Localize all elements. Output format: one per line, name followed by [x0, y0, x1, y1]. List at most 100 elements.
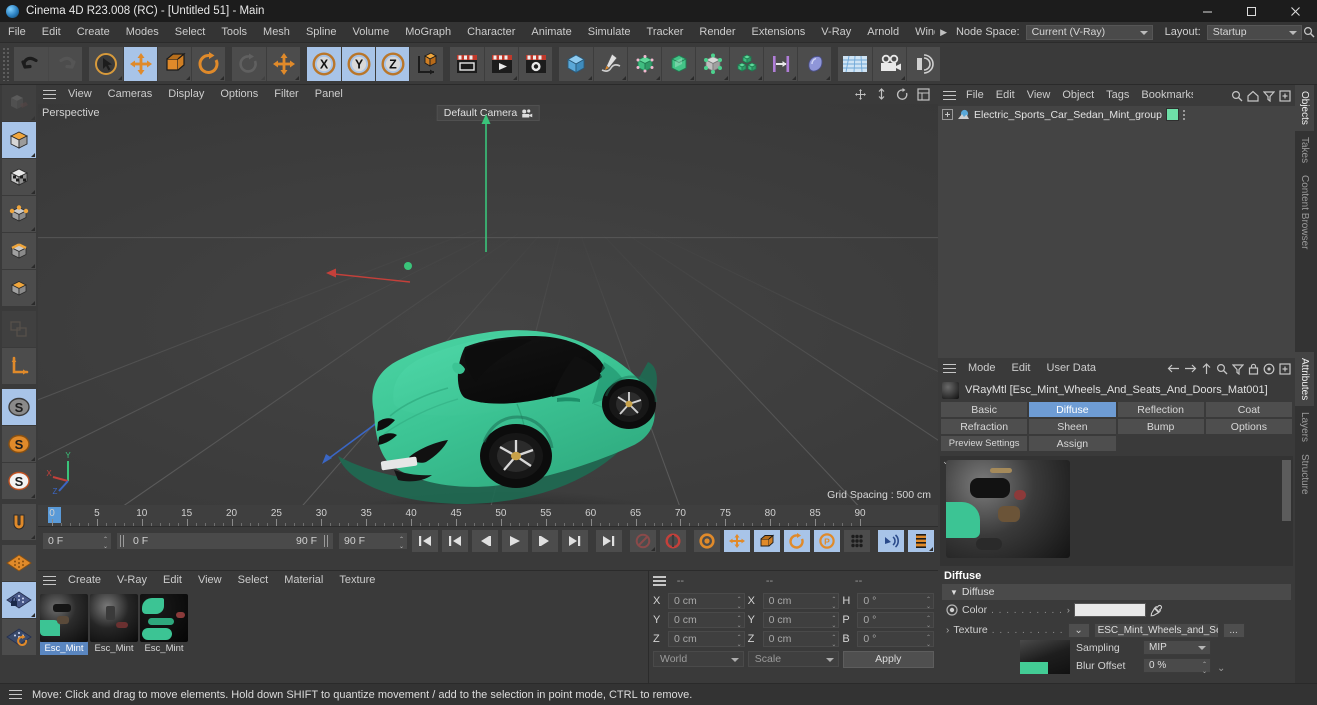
tab-sheen[interactable]: Sheen [1028, 418, 1117, 435]
maximize-button[interactable] [1229, 0, 1273, 22]
menu-simulate[interactable]: Simulate [580, 22, 639, 43]
tab-refraction[interactable]: Refraction [940, 418, 1029, 435]
material-item[interactable]: Esc_Mint [140, 594, 188, 655]
expand-icon[interactable] [942, 109, 953, 120]
material-menu-material[interactable]: Material [276, 570, 331, 591]
menu-mesh[interactable]: Mesh [255, 22, 298, 43]
close-button[interactable] [1273, 0, 1317, 22]
move-tool[interactable] [123, 46, 157, 81]
render-to-picture-viewer-button[interactable] [484, 46, 518, 81]
tab-basic[interactable]: Basic [940, 401, 1029, 418]
position-key-toggle[interactable] [724, 530, 750, 552]
vtab-structure[interactable]: Structure [1295, 448, 1314, 501]
y-axis-toggle[interactable]: Y [341, 46, 375, 81]
texture-expand-icon[interactable]: › [946, 625, 949, 636]
collapse-chevron-icon[interactable]: ⌄ [1217, 663, 1225, 674]
eyedropper-icon[interactable] [1150, 604, 1163, 617]
coordinate-mode-dropdown[interactable]: Scale [747, 651, 839, 667]
diffuse-color-swatch[interactable] [1073, 603, 1146, 617]
render-view-button[interactable] [450, 46, 484, 81]
add-deformer-button[interactable] [695, 46, 729, 81]
scale-key-toggle[interactable] [754, 530, 780, 552]
color-expand-icon[interactable]: › [1067, 605, 1070, 615]
viewport-menu-display[interactable]: Display [160, 85, 212, 104]
viewport-menu-cameras[interactable]: Cameras [100, 85, 161, 104]
position-x-field[interactable]: 0 cm [668, 592, 745, 610]
menu-character[interactable]: Character [459, 22, 523, 43]
car-model-electric-sports-sedan[interactable] [38, 104, 900, 504]
position-z-field[interactable]: 0 cm [668, 630, 745, 648]
move-dynamic-tool[interactable] [266, 46, 300, 81]
add-vray-light-button[interactable] [906, 46, 940, 81]
object-tree[interactable]: Electric_Sports_Car_Sedan_Mint_group [938, 106, 1295, 358]
filter-icon[interactable] [1232, 363, 1244, 375]
pan-view-icon[interactable] [854, 88, 867, 101]
tab-options[interactable]: Options [1204, 418, 1293, 435]
home-icon[interactable] [1247, 90, 1259, 102]
target-icon[interactable] [1263, 363, 1275, 375]
position-y-field[interactable]: 0 cm [668, 611, 745, 629]
go-to-next-key-button[interactable] [562, 530, 588, 552]
menu-modes[interactable]: Modes [118, 22, 167, 43]
back-arrow-icon[interactable] [1167, 363, 1180, 374]
viewport-3d[interactable]: Perspective Default Camera Y X Z Grid Sp… [38, 104, 938, 505]
add-floor-button[interactable] [838, 46, 872, 81]
object-menu-object[interactable]: Object [1056, 85, 1100, 106]
material-menu-select[interactable]: Select [230, 570, 277, 591]
up-arrow-icon[interactable] [1201, 362, 1212, 375]
z-axis-toggle[interactable]: Z [375, 46, 409, 81]
viewport-menu-filter[interactable]: Filter [266, 85, 306, 104]
rotation-h-field[interactable]: 0 ° [857, 592, 935, 610]
add-cube-button[interactable] [559, 46, 593, 81]
menu-overflow-arrow[interactable]: ▶ [935, 22, 952, 43]
menu-arnold[interactable]: Arnold [859, 22, 907, 43]
add-camera-button[interactable] [872, 46, 906, 81]
workplane-lock-button[interactable]: S [2, 463, 36, 499]
timeline-range-slider[interactable]: 0 F 90 F [116, 532, 334, 550]
texture-browse-button[interactable]: ... [1222, 622, 1245, 638]
viewport-menu-options[interactable]: Options [212, 85, 266, 104]
object-menu-bookmarks[interactable]: Bookmarks [1135, 85, 1193, 106]
menu-window[interactable]: Windo [907, 22, 935, 43]
menu-tools[interactable]: Tools [213, 22, 255, 43]
attributes-scroll-thumb[interactable] [1282, 460, 1291, 522]
forward-arrow-icon[interactable] [1184, 363, 1197, 374]
add-light-button[interactable] [797, 46, 831, 81]
menu-create[interactable]: Create [69, 22, 118, 43]
material-menu-icon[interactable] [38, 571, 60, 590]
size-z-field[interactable]: 0 cm [762, 630, 840, 648]
menu-animate[interactable]: Animate [523, 22, 579, 43]
size-y-field[interactable]: 0 cm [762, 611, 840, 629]
material-item[interactable]: Esc_Mint [90, 594, 138, 655]
enable-snapping-button[interactable]: S [2, 426, 36, 462]
object-manager-menu-icon[interactable] [938, 86, 960, 105]
menu-extensions[interactable]: Extensions [743, 22, 813, 43]
add-spline-button[interactable] [593, 46, 627, 81]
search-icon[interactable] [1302, 26, 1317, 38]
lock-workplane-button[interactable] [2, 582, 36, 618]
vtab-objects[interactable]: Objects [1295, 85, 1314, 131]
coordinate-system-dropdown[interactable]: World [653, 651, 744, 667]
add-icon[interactable] [1279, 89, 1291, 102]
group-collapse-icon[interactable]: ▼ [950, 588, 958, 597]
menu-edit[interactable]: Edit [34, 22, 69, 43]
vtab-attributes[interactable]: Attributes [1295, 351, 1314, 406]
coordinates-menu-icon[interactable] [649, 572, 671, 591]
object-color-swatch[interactable] [1165, 108, 1179, 121]
menu-spline[interactable]: Spline [298, 22, 345, 43]
rotation-key-toggle[interactable] [784, 530, 810, 552]
node-space-dropdown[interactable]: Current (V-Ray) [1025, 24, 1153, 40]
param-key-toggle[interactable]: P [814, 530, 840, 552]
redo-button[interactable] [48, 46, 82, 81]
enable-axis-modification-button[interactable]: S [2, 389, 36, 425]
vtab-content-browser[interactable]: Content Browser [1295, 169, 1314, 255]
film-strip-button[interactable] [908, 530, 934, 552]
uv-mode-button[interactable] [2, 311, 36, 347]
attributes-menu-icon[interactable] [938, 359, 960, 378]
planar-workplane-button[interactable] [2, 619, 36, 655]
workplane-button[interactable] [2, 545, 36, 581]
object-menu-view[interactable]: View [1021, 85, 1057, 106]
go-to-end-button[interactable] [596, 530, 622, 552]
keyframe-selection-button[interactable] [694, 530, 720, 552]
viewport-menu-panel[interactable]: Panel [307, 85, 351, 104]
